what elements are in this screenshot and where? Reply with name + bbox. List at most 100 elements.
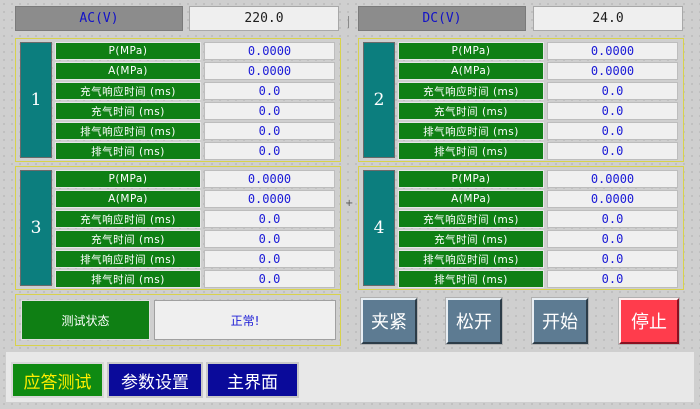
channel-3-panel: 3 P(MPa) 0.0000 A(MPa) 0.0000 充气响应时间 (ms) 0… xyxy=(15,166,341,290)
channel-4-row-exhaust-time: 排气时间 (ms) 0.0 xyxy=(398,270,678,288)
channel-2-row-a: A(MPa) 0.0000 xyxy=(398,62,678,80)
row-value: 0.0 xyxy=(547,270,678,288)
channel-4-row-exhaust-response: 排气响应时间 (ms) 0.0 xyxy=(398,250,678,268)
channel-2-row-fill-time: 充气时间 (ms) 0.0 xyxy=(398,102,678,120)
clamp-button[interactable]: 夹紧 xyxy=(361,298,417,344)
header-divider xyxy=(348,16,349,28)
row-label: 充气时间 (ms) xyxy=(398,102,544,120)
ac-voltage-value: 220.0 xyxy=(189,6,339,31)
row-label: P(MPa) xyxy=(398,42,544,60)
nav-response-test[interactable]: 应答测试 xyxy=(11,362,104,398)
ac-voltage-label: AC(V) xyxy=(15,6,183,31)
row-value: 0.0000 xyxy=(547,42,678,60)
nav-main-screen[interactable]: 主界面 xyxy=(206,362,299,398)
channel-3-row-a: A(MPa) 0.0000 xyxy=(55,190,335,208)
channel-2-row-p: P(MPa) 0.0000 xyxy=(398,42,678,60)
channel-4-row-fill-time: 充气时间 (ms) 0.0 xyxy=(398,230,678,248)
channel-3-row-fill-time: 充气时间 (ms) 0.0 xyxy=(55,230,335,248)
channel-4-row-fill-response: 充气响应时间 (ms) 0.0 xyxy=(398,210,678,228)
row-value: 0.0 xyxy=(204,250,335,268)
row-value: 0.0000 xyxy=(204,190,335,208)
row-value: 0.0000 xyxy=(204,42,335,60)
row-label: 排气时间 (ms) xyxy=(55,270,201,288)
row-value: 0.0 xyxy=(204,210,335,228)
row-label: P(MPa) xyxy=(55,170,201,188)
channel-3-row-p: P(MPa) 0.0000 xyxy=(55,170,335,188)
row-label: A(MPa) xyxy=(55,190,201,208)
channel-1-number: 1 xyxy=(20,42,52,158)
row-label: 充气时间 (ms) xyxy=(55,230,201,248)
row-label: P(MPa) xyxy=(55,42,201,60)
channel-4-row-p: P(MPa) 0.0000 xyxy=(398,170,678,188)
channel-1-rows: P(MPa) 0.0000 A(MPa) 0.0000 充气响应时间 (ms) 0.0… xyxy=(55,42,337,160)
row-label: 排气时间 (ms) xyxy=(398,142,544,160)
channel-2-rows: P(MPa) 0.0000 A(MPa) 0.0000 充气响应时间 (ms) 0.0… xyxy=(398,42,680,160)
row-label: A(MPa) xyxy=(55,62,201,80)
center-crosshair-icon: + xyxy=(345,198,354,209)
channel-1-row-fill-response: 充气响应时间 (ms) 0.0 xyxy=(55,82,335,100)
channel-4-panel: 4 P(MPa) 0.0000 A(MPa) 0.0000 充气响应时间 (ms) 0… xyxy=(358,166,684,290)
dc-voltage-value: 24.0 xyxy=(533,6,683,31)
channel-2-row-exhaust-response: 排气响应时间 (ms) 0.0 xyxy=(398,122,678,140)
row-value: 0.0 xyxy=(547,142,678,160)
channel-2-row-exhaust-time: 排气时间 (ms) 0.0 xyxy=(398,142,678,160)
channel-1-row-fill-time: 充气时间 (ms) 0.0 xyxy=(55,102,335,120)
row-label: 充气响应时间 (ms) xyxy=(398,82,544,100)
row-value: 0.0 xyxy=(204,102,335,120)
row-label: 充气响应时间 (ms) xyxy=(55,210,201,228)
channel-1-row-exhaust-response: 排气响应时间 (ms) 0.0 xyxy=(55,122,335,140)
channel-3-rows: P(MPa) 0.0000 A(MPa) 0.0000 充气响应时间 (ms) 0.0… xyxy=(55,170,337,288)
release-button[interactable]: 松开 xyxy=(446,298,502,344)
row-label: 充气时间 (ms) xyxy=(398,230,544,248)
row-label: 排气响应时间 (ms) xyxy=(55,122,201,140)
row-value: 0.0 xyxy=(547,210,678,228)
channel-4-number: 4 xyxy=(363,170,395,286)
row-label: 排气时间 (ms) xyxy=(398,270,544,288)
channel-3-row-exhaust-response: 排气响应时间 (ms) 0.0 xyxy=(55,250,335,268)
test-status-value: 正常! xyxy=(154,300,336,340)
channel-1-row-p: P(MPa) 0.0000 xyxy=(55,42,335,60)
row-value: 0.0 xyxy=(204,82,335,100)
row-value: 0.0 xyxy=(204,230,335,248)
row-value: 0.0000 xyxy=(547,190,678,208)
row-value: 0.0 xyxy=(204,122,335,140)
row-label: P(MPa) xyxy=(398,170,544,188)
channel-1-row-a: A(MPa) 0.0000 xyxy=(55,62,335,80)
row-label: 排气响应时间 (ms) xyxy=(398,250,544,268)
row-value: 0.0 xyxy=(547,250,678,268)
test-status-label: 测试状态 xyxy=(21,300,150,340)
channel-3-number: 3 xyxy=(20,170,52,286)
channel-2-number: 2 xyxy=(363,42,395,158)
channel-3-row-exhaust-time: 排气时间 (ms) 0.0 xyxy=(55,270,335,288)
row-label: 充气时间 (ms) xyxy=(55,102,201,120)
channel-4-row-a: A(MPa) 0.0000 xyxy=(398,190,678,208)
channel-4-rows: P(MPa) 0.0000 A(MPa) 0.0000 充气响应时间 (ms) 0.0… xyxy=(398,170,680,288)
stop-button[interactable]: 停止 xyxy=(619,298,679,344)
row-value: 0.0 xyxy=(204,270,335,288)
row-label: 排气响应时间 (ms) xyxy=(55,250,201,268)
channel-2-row-fill-response: 充气响应时间 (ms) 0.0 xyxy=(398,82,678,100)
row-value: 0.0000 xyxy=(547,62,678,80)
row-value: 0.0 xyxy=(547,102,678,120)
row-label: 排气响应时间 (ms) xyxy=(398,122,544,140)
row-value: 0.0 xyxy=(204,142,335,160)
channel-1-panel: 1 P(MPa) 0.0000 A(MPa) 0.0000 充气响应时间 (ms) 0… xyxy=(15,38,341,162)
row-value: 0.0 xyxy=(547,122,678,140)
row-label: 排气时间 (ms) xyxy=(55,142,201,160)
channel-3-row-fill-response: 充气响应时间 (ms) 0.0 xyxy=(55,210,335,228)
row-label: 充气响应时间 (ms) xyxy=(398,210,544,228)
channel-1-row-exhaust-time: 排气时间 (ms) 0.0 xyxy=(55,142,335,160)
row-value: 0.0000 xyxy=(204,170,335,188)
channel-2-panel: 2 P(MPa) 0.0000 A(MPa) 0.0000 充气响应时间 (ms) 0… xyxy=(358,38,684,162)
nav-param-settings[interactable]: 参数设置 xyxy=(107,362,203,398)
row-value: 0.0000 xyxy=(547,170,678,188)
test-status-panel: 测试状态 正常! xyxy=(15,294,341,346)
row-value: 0.0000 xyxy=(204,62,335,80)
start-button[interactable]: 开始 xyxy=(532,298,588,344)
row-value: 0.0 xyxy=(547,230,678,248)
row-value: 0.0 xyxy=(547,82,678,100)
row-label: 充气响应时间 (ms) xyxy=(55,82,201,100)
dc-voltage-label: DC(V) xyxy=(358,6,526,31)
row-label: A(MPa) xyxy=(398,62,544,80)
row-label: A(MPa) xyxy=(398,190,544,208)
